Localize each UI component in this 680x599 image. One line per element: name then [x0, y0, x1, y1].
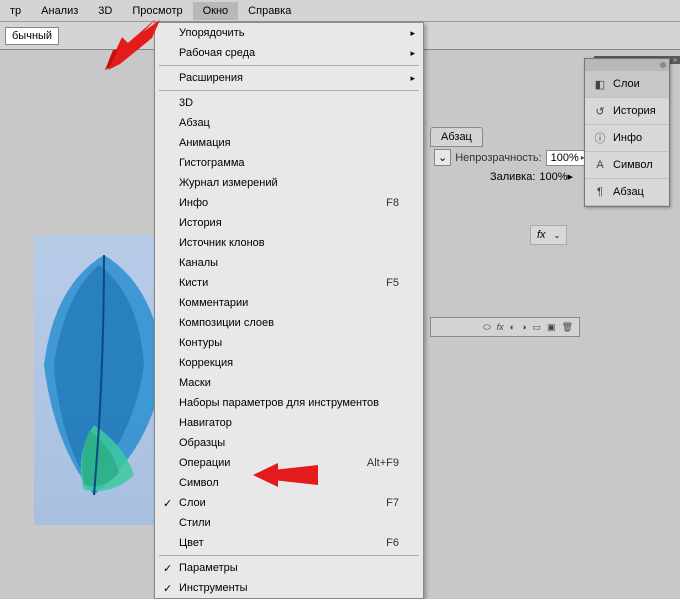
menu-layer-comps[interactable]: Композиции слоев: [155, 313, 423, 333]
fx-icon[interactable]: fx: [497, 322, 504, 332]
menu-options[interactable]: ✓Параметры: [155, 558, 423, 578]
panelbtn-label: Слои: [613, 78, 640, 90]
menu-clone-source[interactable]: Источник клонов: [155, 233, 423, 253]
check-icon: ✓: [163, 582, 172, 595]
link-icon[interactable]: ⬭: [483, 322, 491, 333]
menubar: тр Анализ 3D Просмотр Окно Справка: [0, 0, 680, 22]
menu-filter[interactable]: тр: [0, 2, 31, 20]
panelbtn-paragraph[interactable]: ¶ Абзац: [585, 179, 669, 206]
menu-styles[interactable]: Стили: [155, 513, 423, 533]
menu-tool-presets[interactable]: Наборы параметров для инструментов: [155, 393, 423, 413]
menu-paths[interactable]: Контуры: [155, 333, 423, 353]
panelbtn-label: Инфо: [613, 132, 642, 144]
folder-icon[interactable]: ▭: [533, 322, 542, 333]
menu-paragraph-panel[interactable]: Абзац: [155, 113, 423, 133]
blend-mode-chevron-icon[interactable]: ⌄: [434, 149, 451, 166]
menu-histogram[interactable]: Гистограмма: [155, 153, 423, 173]
layers-icon: ◧: [593, 77, 607, 91]
chevron-right-icon: ▸: [568, 171, 574, 183]
menu-tools[interactable]: ✓Инструменты: [155, 578, 423, 598]
info-icon: ⓘ: [593, 131, 607, 145]
menu-3d[interactable]: 3D: [88, 2, 122, 20]
separator: [159, 555, 419, 556]
menu-view[interactable]: Просмотр: [122, 2, 192, 20]
tab-paragraph[interactable]: Абзац: [430, 127, 483, 147]
menu-swatches[interactable]: Образцы: [155, 433, 423, 453]
menu-brushes[interactable]: КистиF5: [155, 273, 423, 293]
menu-color[interactable]: ЦветF6: [155, 533, 423, 553]
menu-arrange[interactable]: Упорядочить: [155, 23, 423, 43]
panelbtn-layers[interactable]: ◧ Слои: [585, 71, 669, 98]
menu-adjustments[interactable]: Коррекция: [155, 353, 423, 373]
menu-notes[interactable]: Комментарии: [155, 293, 423, 313]
character-icon: A: [593, 158, 607, 172]
fx-label: fx: [537, 229, 546, 241]
paragraph-icon: ¶: [593, 185, 607, 199]
mode-combo[interactable]: бычный: [5, 27, 59, 45]
panelbtn-character[interactable]: A Символ: [585, 152, 669, 179]
menu-history[interactable]: История: [155, 213, 423, 233]
menu-3d-panel[interactable]: 3D: [155, 93, 423, 113]
panelbtn-history[interactable]: ↺ История: [585, 98, 669, 125]
menu-navigator[interactable]: Навигатор: [155, 413, 423, 433]
history-icon: ↺: [593, 104, 607, 118]
check-icon: ✓: [163, 562, 172, 575]
separator: [159, 90, 419, 91]
adjustment-icon[interactable]: ◑: [521, 322, 526, 332]
panel-icons-flyout: ◧ Слои ↺ История ⓘ Инфо A Символ ¶ Абзац: [584, 58, 670, 207]
collapse-chevron-icon: »: [673, 57, 677, 64]
menu-window[interactable]: Окно: [193, 2, 239, 20]
grip-icon: [660, 62, 666, 68]
chevron-down-icon[interactable]: ⌄: [554, 231, 561, 240]
separator: [159, 65, 419, 66]
fill-label: Заливка:: [490, 171, 535, 183]
menu-animation[interactable]: Анимация: [155, 133, 423, 153]
menu-extensions[interactable]: Расширения: [155, 68, 423, 88]
menu-actions[interactable]: ОперацииAlt+F9: [155, 453, 423, 473]
new-layer-icon[interactable]: ▣: [547, 322, 556, 333]
opacity-label: Непрозрачность:: [455, 152, 541, 164]
menu-layers[interactable]: ✓СлоиF7: [155, 493, 423, 513]
panelbtn-label: Абзац: [613, 186, 644, 198]
panelbtn-label: Символ: [613, 159, 653, 171]
layer-fx-row: fx ⌄: [530, 225, 567, 245]
menu-workspace[interactable]: Рабочая среда: [155, 43, 423, 63]
window-menu: Упорядочить Рабочая среда Расширения 3D …: [154, 22, 424, 599]
panelbtn-label: История: [613, 105, 656, 117]
menu-analysis[interactable]: Анализ: [31, 2, 88, 20]
menu-help[interactable]: Справка: [238, 2, 301, 20]
layers-footer: ⬭ fx ◐ ◑ ▭ ▣ 🗑: [430, 317, 580, 337]
panelbtn-info[interactable]: ⓘ Инфо: [585, 125, 669, 152]
check-icon: ✓: [163, 497, 172, 510]
menu-measurement-log[interactable]: Журнал измерений: [155, 173, 423, 193]
fill-input[interactable]: 100%▸: [539, 170, 573, 183]
menu-channels[interactable]: Каналы: [155, 253, 423, 273]
trash-icon[interactable]: 🗑: [562, 322, 573, 333]
menu-masks[interactable]: Маски: [155, 373, 423, 393]
mask-icon[interactable]: ◐: [510, 322, 515, 332]
panel-head[interactable]: [585, 59, 669, 71]
menu-character[interactable]: Символ: [155, 473, 423, 493]
menu-info[interactable]: ИнфоF8: [155, 193, 423, 213]
